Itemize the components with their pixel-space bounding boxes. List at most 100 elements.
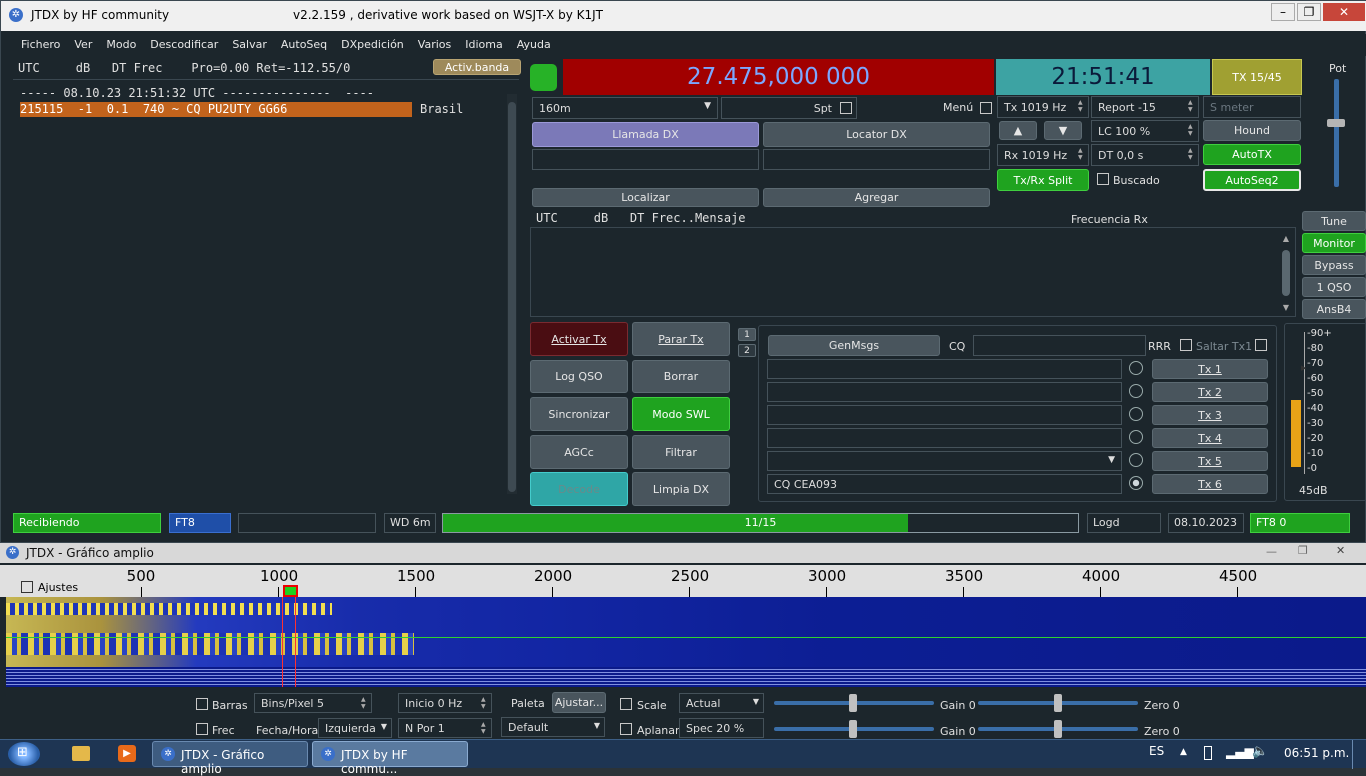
one-qso-button[interactable]: 1 QSO xyxy=(1302,277,1366,297)
autoseq2-button[interactable]: AutoSeq2 xyxy=(1203,169,1301,191)
tx5-message-select[interactable]: ▼ xyxy=(767,451,1122,471)
agcc-button[interactable]: AGCc xyxy=(530,435,628,469)
menu-ayuda[interactable]: Ayuda xyxy=(517,34,551,56)
tx-period-button[interactable]: TX 15/45 xyxy=(1212,59,1302,95)
close-icon[interactable]: ✕ xyxy=(1336,544,1345,557)
npor-spinbox[interactable]: N Por 1 ▲ ▼ xyxy=(398,718,492,738)
rx-freq-spinbox[interactable]: Rx 1019 Hz ▲ ▼ xyxy=(997,144,1089,166)
activ-banda-button[interactable]: Activ.banda xyxy=(433,59,521,75)
gain1-slider-handle[interactable] xyxy=(849,694,857,712)
tx5-radio[interactable] xyxy=(1129,453,1143,467)
barras-checkbox[interactable] xyxy=(196,698,208,710)
rx-scrollbar-thumb[interactable] xyxy=(1282,250,1290,296)
pot-slider-track[interactable] xyxy=(1334,79,1339,187)
log-qso-button[interactable]: Log QSO xyxy=(530,360,628,393)
minimize-icon[interactable]: — xyxy=(1266,545,1277,558)
menu-modo[interactable]: Modo xyxy=(106,34,136,56)
filtrar-button[interactable]: Filtrar xyxy=(632,435,730,469)
frec-checkbox[interactable] xyxy=(196,723,208,735)
bins-pixel-spinbox[interactable]: Bins/Pixel 5 ▲ ▼ xyxy=(254,693,372,713)
decode-line[interactable]: 215115 -1 0.1 740 ~ CQ PU2UTY GG66 xyxy=(20,102,412,117)
localizar-button[interactable]: Localizar xyxy=(532,188,759,207)
tx3-message-input[interactable] xyxy=(767,405,1122,425)
menu-dxpedicion[interactable]: DXpedición xyxy=(341,34,404,56)
rx-frequency-panel[interactable]: ▲ ▼ xyxy=(530,227,1296,317)
menu-descodificar[interactable]: Descodificar xyxy=(150,34,218,56)
frequency-scale[interactable]: Ajustes 500 1000 1500 2000 2500 3000 3500 4000 4… xyxy=(0,565,1366,597)
hound-button[interactable]: Hound xyxy=(1203,120,1301,141)
dx-call-input[interactable] xyxy=(532,149,759,170)
txrx-split-button[interactable]: Tx/Rx Split xyxy=(997,169,1089,191)
band-activity-panel[interactable]: ----- 08.10.23 21:51:32 UTC ------------… xyxy=(13,79,519,505)
start-button[interactable]: ⊞ xyxy=(8,742,40,766)
tx2-radio[interactable] xyxy=(1129,384,1143,398)
dt-spinbox[interactable]: DT 0,0 s ▲ ▼ xyxy=(1091,144,1199,166)
close-icon[interactable]: ✕ xyxy=(1323,3,1365,21)
tx6-radio[interactable] xyxy=(1129,476,1143,490)
agregar-button[interactable]: Agregar xyxy=(763,188,990,207)
tx1-button[interactable]: Tx 1 xyxy=(1152,359,1268,379)
minimize-icon[interactable]: – xyxy=(1271,3,1295,21)
menu-fichero[interactable]: Fichero xyxy=(21,34,60,56)
battery-icon[interactable] xyxy=(1204,746,1212,760)
spt-field[interactable]: Spt xyxy=(721,97,857,119)
parar-tx-button[interactable]: Parar Tx xyxy=(632,322,730,356)
autotx-button[interactable]: AutoTX xyxy=(1203,144,1301,165)
freq-down-button[interactable]: ▼ xyxy=(1044,121,1082,140)
palette-select[interactable]: Default ▼ xyxy=(501,717,605,737)
pot-slider-handle[interactable] xyxy=(1327,119,1345,127)
dx-grid-input[interactable] xyxy=(763,149,990,170)
borrar-button[interactable]: Borrar xyxy=(632,360,730,393)
network-icon[interactable]: ▂▄▆ xyxy=(1226,745,1254,759)
tx4-message-input[interactable] xyxy=(767,428,1122,448)
scroll-down-icon[interactable]: ▼ xyxy=(1283,303,1289,312)
limpia-dx-button[interactable]: Limpia DX xyxy=(632,472,730,506)
band-scrollbar[interactable] xyxy=(507,94,517,494)
tx1-message-input[interactable] xyxy=(767,359,1122,379)
tx4-button[interactable]: Tx 4 xyxy=(1152,428,1268,448)
tab-2[interactable]: 2 xyxy=(738,344,756,357)
show-desktop-button[interactable] xyxy=(1352,740,1366,769)
ajustar-button[interactable]: Ajustar... xyxy=(552,692,606,713)
menu-salvar[interactable]: Salvar xyxy=(232,34,267,56)
language-indicator[interactable]: ES xyxy=(1149,744,1164,758)
tx3-radio[interactable] xyxy=(1129,407,1143,421)
tx6-message-input[interactable]: CQ CEA093 xyxy=(767,474,1122,494)
tune-button[interactable]: Tune xyxy=(1302,211,1366,231)
genmsgs-button[interactable]: GenMsgs xyxy=(768,335,940,356)
buscado-checkbox[interactable] xyxy=(1097,173,1109,185)
waterfall[interactable] xyxy=(6,597,1366,687)
aplanar-checkbox[interactable] xyxy=(620,723,632,735)
menu-checkbox[interactable] xyxy=(980,102,992,114)
task-main-window[interactable]: ✲ JTDX by HF commu... xyxy=(312,741,468,776)
volume-icon[interactable]: 🔈 xyxy=(1252,744,1268,759)
tx1-radio[interactable] xyxy=(1129,361,1143,375)
sincronizar-button[interactable]: Sincronizar xyxy=(530,397,628,431)
scroll-up-icon[interactable]: ▲ xyxy=(1283,234,1289,243)
maximize-icon[interactable]: ❐ xyxy=(1298,544,1308,557)
monitor-button[interactable]: Monitor xyxy=(1302,233,1366,253)
spec-spinbox[interactable]: Spec 20 % xyxy=(679,718,764,738)
bypass-button[interactable]: Bypass xyxy=(1302,255,1366,275)
media-player-icon[interactable]: ▶ xyxy=(118,745,136,762)
tx2-button[interactable]: Tx 2 xyxy=(1152,382,1268,402)
ansb4-button[interactable]: AnsB4 xyxy=(1302,299,1366,319)
rrr-checkbox[interactable] xyxy=(1180,339,1192,351)
report-spinbox[interactable]: Report -15 ▲ ▼ xyxy=(1091,96,1199,118)
tab-1[interactable]: 1 xyxy=(738,328,756,341)
izquierda-select[interactable]: Izquierda ▼ xyxy=(318,718,392,738)
menu-ver[interactable]: Ver xyxy=(74,34,92,56)
tx3-button[interactable]: Tx 3 xyxy=(1152,405,1268,425)
inicio-spinbox[interactable]: Inicio 0 Hz ▲ ▼ xyxy=(398,693,492,713)
ajustes-checkbox[interactable] xyxy=(21,581,33,593)
cq-input[interactable] xyxy=(973,335,1146,356)
maximize-icon[interactable]: ❐ xyxy=(1297,3,1321,21)
modo-swl-button[interactable]: Modo SWL xyxy=(632,397,730,431)
band-select[interactable]: 160m ▼ xyxy=(532,97,718,119)
spt-checkbox[interactable] xyxy=(840,102,852,114)
tx4-radio[interactable] xyxy=(1129,430,1143,444)
zero1-slider-handle[interactable] xyxy=(1054,694,1062,712)
scale-checkbox[interactable] xyxy=(620,698,632,710)
menu-varios[interactable]: Varios xyxy=(418,34,451,56)
gain2-slider-handle[interactable] xyxy=(849,720,857,738)
